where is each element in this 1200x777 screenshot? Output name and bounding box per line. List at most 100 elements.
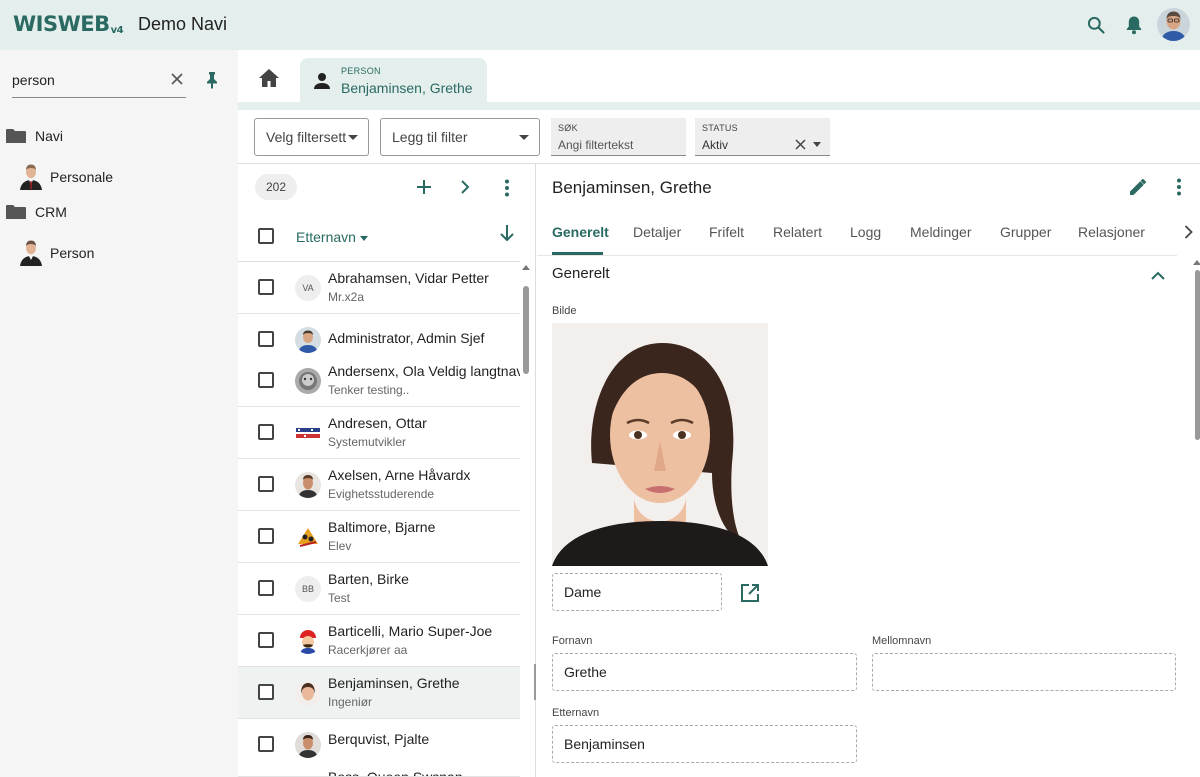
tab-generelt[interactable]: Generelt: [552, 224, 609, 240]
sort-direction-arrow-icon[interactable]: [499, 224, 515, 245]
tab-frifelt[interactable]: Frifelt: [709, 224, 744, 240]
scroll-up-icon[interactable]: [1193, 260, 1200, 265]
tab-kind: PERSON: [341, 66, 381, 76]
row-subtitle: Mr.x2a: [328, 290, 365, 304]
last-name-field[interactable]: Benjaminsen: [552, 725, 857, 763]
last-name-label: Etternavn: [552, 707, 600, 719]
list-item[interactable]: Boss, Queen Swsnan: [238, 763, 520, 777]
row-checkbox[interactable]: [258, 632, 274, 648]
status-filter-label: STATUS: [702, 123, 738, 133]
tab-person[interactable]: PERSON Benjaminsen, Grethe: [300, 58, 487, 104]
status-filter-field[interactable]: STATUS Aktiv: [695, 118, 830, 156]
edit-icon[interactable]: [1128, 177, 1148, 200]
row-subtitle: Test: [328, 591, 351, 605]
detail-scrollbar-thumb[interactable]: [1195, 270, 1200, 440]
chevron-down-icon[interactable]: [813, 142, 821, 147]
tree-label: CRM: [35, 204, 67, 220]
row-name: Axelsen, Arne Håvardx: [328, 467, 471, 483]
tree-item-person[interactable]: Person: [19, 240, 94, 266]
row-checkbox[interactable]: [258, 684, 274, 700]
folder-icon: [6, 129, 26, 143]
search-filter-placeholder: Angi filtertekst: [558, 138, 634, 152]
tabs-divider: [537, 255, 1177, 256]
panel-resize-handle[interactable]: [534, 664, 536, 700]
select-all-checkbox[interactable]: [258, 228, 274, 244]
tree-item-navi[interactable]: Navi: [6, 128, 63, 144]
avatar: [295, 420, 321, 446]
row-name: Barticelli, Mario Super-Joe: [328, 623, 493, 639]
app-title: Demo Navi: [138, 14, 228, 34]
row-name: Abrahamsen, Vidar Petter: [328, 270, 489, 286]
pin-icon[interactable]: [205, 71, 219, 92]
first-name-label: Fornavn: [552, 635, 593, 647]
row-checkbox[interactable]: [258, 736, 274, 752]
avatar: [295, 628, 321, 654]
more-vert-icon[interactable]: [504, 179, 510, 200]
nav-search-input[interactable]: [12, 70, 162, 90]
chevron-down-icon[interactable]: [360, 236, 368, 241]
clear-icon[interactable]: [795, 139, 806, 150]
user-avatar[interactable]: [1157, 8, 1190, 41]
chevron-right-icon[interactable]: [1184, 225, 1193, 242]
tree-item-personale[interactable]: Personale: [19, 164, 113, 190]
home-icon[interactable]: [258, 68, 280, 91]
avatar: [295, 524, 321, 550]
row-subtitle: Tenker testing..: [328, 383, 410, 397]
tab-grupper[interactable]: Grupper: [1000, 224, 1051, 240]
tree-item-crm[interactable]: CRM: [6, 204, 67, 220]
person-photo[interactable]: [552, 323, 768, 566]
row-name: Andersenx, Ola Veldig langtnavnet: [328, 363, 520, 379]
list-item[interactable]: VA Abrahamsen, Vidar Petter Mr.x2a: [238, 262, 520, 314]
row-checkbox[interactable]: [258, 580, 274, 596]
row-checkbox[interactable]: [258, 424, 274, 440]
row-checkbox[interactable]: [258, 372, 274, 388]
row-checkbox[interactable]: [258, 528, 274, 544]
list-item[interactable]: Andresen, Ottar Systemutvikler: [238, 407, 520, 459]
status-filter-value: Aktiv: [702, 138, 729, 152]
more-vert-icon[interactable]: [1176, 178, 1182, 199]
row-checkbox[interactable]: [258, 279, 274, 295]
row-name: Berquvist, Pjalte: [328, 731, 430, 747]
list-item-selected[interactable]: Benjaminsen, Grethe Ingeniør: [238, 667, 520, 719]
avatar: [295, 680, 321, 706]
image-label: Bilde: [552, 305, 577, 317]
sort-field-select[interactable]: Etternavn: [296, 229, 356, 245]
list-item[interactable]: BB Barten, Birke Test: [238, 563, 520, 615]
clear-search-icon[interactable]: [170, 72, 184, 89]
scroll-up-icon[interactable]: [522, 265, 530, 270]
chevron-right-icon[interactable]: [460, 180, 470, 197]
row-checkbox[interactable]: [258, 476, 274, 492]
image-caption-field[interactable]: Dame: [552, 573, 722, 611]
chevron-up-icon[interactable]: [1151, 268, 1165, 284]
filter-set-select[interactable]: Velg filtersett: [254, 118, 369, 156]
list-scrollbar-thumb[interactable]: [523, 286, 529, 374]
list-item[interactable]: Baltimore, Bjarne Elev: [238, 511, 520, 563]
list-item[interactable]: Barticelli, Mario Super-Joe Racerkjører …: [238, 615, 520, 667]
middle-name-field[interactable]: [872, 653, 1176, 691]
row-checkbox[interactable]: [258, 331, 274, 347]
list-item[interactable]: Axelsen, Arne Håvardx Evighetsstuderende: [238, 459, 520, 511]
avatar: BB: [295, 576, 321, 602]
open-in-new-icon[interactable]: [740, 583, 760, 606]
search-icon[interactable]: [1084, 13, 1108, 37]
app-logo[interactable]: WISWEBv4: [13, 12, 124, 36]
tab-relasjoner[interactable]: Relasjoner: [1078, 224, 1145, 240]
tab-relatert[interactable]: Relatert: [773, 224, 822, 240]
search-filter-label: SØK: [558, 123, 578, 133]
tab-detaljer[interactable]: Detaljer: [633, 224, 681, 240]
tab-meldinger[interactable]: Meldinger: [910, 224, 971, 240]
list-item[interactable]: Andersenx, Ola Veldig langtnavnet Tenker…: [238, 355, 520, 407]
row-subtitle: Systemutvikler: [328, 435, 407, 449]
folder-icon: [6, 205, 26, 219]
bell-icon[interactable]: [1122, 13, 1146, 37]
first-name-field[interactable]: Grethe: [552, 653, 857, 691]
filter-set-label: Velg filtersett: [266, 129, 347, 145]
row-name: Baltimore, Bjarne: [328, 519, 436, 535]
tab-logg[interactable]: Logg: [850, 224, 881, 240]
person-avatar-icon: [20, 240, 42, 266]
search-filter-field[interactable]: SØK Angi filtertekst: [551, 118, 686, 156]
add-filter-select[interactable]: Legg til filter: [380, 118, 540, 156]
person-avatar-icon: [20, 164, 42, 190]
add-icon[interactable]: [416, 179, 432, 198]
row-name: Benjaminsen, Grethe: [328, 675, 460, 691]
